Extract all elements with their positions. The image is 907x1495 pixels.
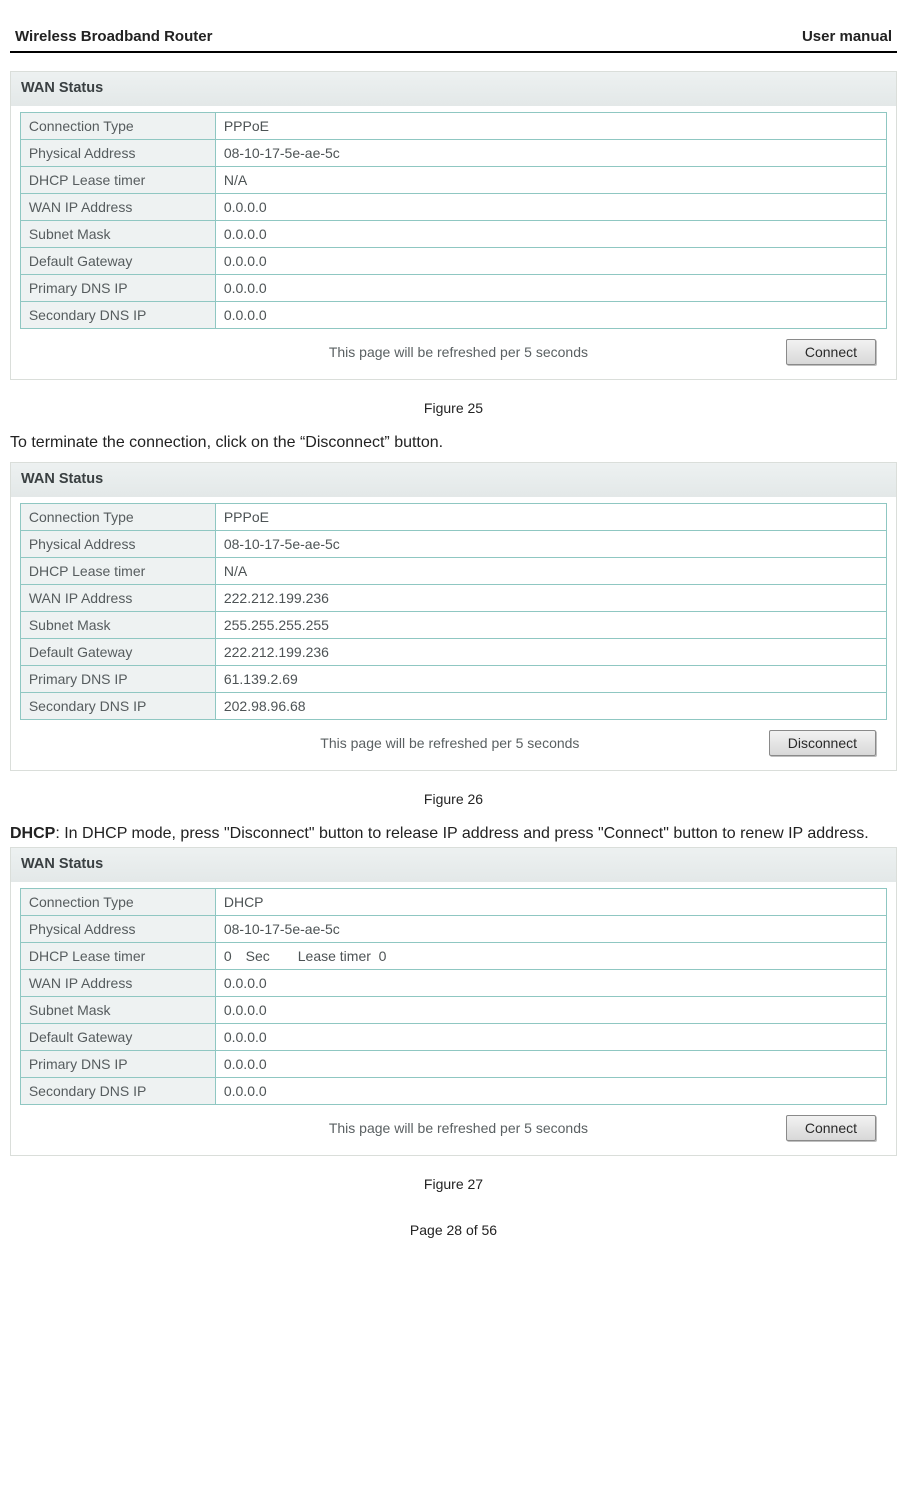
- row-label: Primary DNS IP: [20, 1051, 215, 1078]
- body-paragraph: DHCP: In DHCP mode, press "Disconnect" b…: [10, 825, 897, 843]
- page-footer: Page 28 of 56: [10, 1222, 897, 1238]
- figure-caption: Figure 26: [10, 791, 897, 807]
- table-row: Secondary DNS IP0.0.0.0: [20, 302, 886, 329]
- table-row: Subnet Mask255.255.255.255: [20, 612, 886, 639]
- row-value: 0.0.0.0: [215, 275, 886, 302]
- table-row: Default Gateway0.0.0.0: [20, 248, 886, 275]
- row-value: 0.0.0.0: [215, 1078, 886, 1105]
- body-paragraph: To terminate the connection, click on th…: [10, 434, 897, 452]
- table-row: WAN IP Address0.0.0.0: [20, 970, 886, 997]
- row-value: 0.0.0.0: [215, 970, 886, 997]
- header-right: User manual: [802, 28, 892, 45]
- table-row: Primary DNS IP0.0.0.0: [20, 275, 886, 302]
- wan-table: Connection TypePPPoE Physical Address08-…: [20, 503, 887, 720]
- wan-status-panel-2: WAN Status Connection TypePPPoE Physical…: [10, 462, 897, 771]
- row-value: 0.0.0.0: [215, 194, 886, 221]
- table-row: Physical Address08-10-17-5e-ae-5c: [20, 531, 886, 558]
- row-value: 08-10-17-5e-ae-5c: [215, 531, 886, 558]
- refresh-text: This page will be refreshed per 5 second…: [31, 344, 786, 360]
- table-row: Subnet Mask0.0.0.0: [20, 221, 886, 248]
- row-label: Subnet Mask: [20, 997, 215, 1024]
- row-label: Secondary DNS IP: [20, 1078, 215, 1105]
- row-value: N/A: [215, 167, 886, 194]
- row-label: Default Gateway: [20, 639, 215, 666]
- panel-title: WAN Status: [11, 72, 896, 106]
- table-row: Connection TypeDHCP: [20, 889, 886, 916]
- row-value: 08-10-17-5e-ae-5c: [215, 916, 886, 943]
- row-value: PPPoE: [215, 504, 886, 531]
- row-label: WAN IP Address: [20, 194, 215, 221]
- row-value: N/A: [215, 558, 886, 585]
- row-label: Subnet Mask: [20, 221, 215, 248]
- dhcp-bold: DHCP: [10, 825, 55, 842]
- row-label: Physical Address: [20, 916, 215, 943]
- row-label: Primary DNS IP: [20, 666, 215, 693]
- connect-button[interactable]: Connect: [786, 339, 876, 365]
- table-row: Default Gateway0.0.0.0: [20, 1024, 886, 1051]
- table-row: WAN IP Address0.0.0.0: [20, 194, 886, 221]
- refresh-text: This page will be refreshed per 5 second…: [31, 735, 769, 751]
- table-row: Primary DNS IP61.139.2.69: [20, 666, 886, 693]
- row-value: DHCP: [215, 889, 886, 916]
- row-value: 0.0.0.0: [215, 997, 886, 1024]
- row-value: 222.212.199.236: [215, 585, 886, 612]
- row-label: DHCP Lease timer: [20, 558, 215, 585]
- row-label: DHCP Lease timer: [20, 167, 215, 194]
- table-row: WAN IP Address222.212.199.236: [20, 585, 886, 612]
- row-label: Default Gateway: [20, 248, 215, 275]
- table-row: Primary DNS IP0.0.0.0: [20, 1051, 886, 1078]
- row-value: 255.255.255.255: [215, 612, 886, 639]
- disconnect-button[interactable]: Disconnect: [769, 730, 876, 756]
- table-row: Physical Address08-10-17-5e-ae-5c: [20, 140, 886, 167]
- table-row: Subnet Mask0.0.0.0: [20, 997, 886, 1024]
- row-label: Secondary DNS IP: [20, 302, 215, 329]
- row-label: Secondary DNS IP: [20, 693, 215, 720]
- figure-caption: Figure 25: [10, 400, 897, 416]
- table-row: Connection TypePPPoE: [20, 504, 886, 531]
- row-label: Subnet Mask: [20, 612, 215, 639]
- row-label: Connection Type: [20, 889, 215, 916]
- table-row: DHCP Lease timerN/A: [20, 558, 886, 585]
- row-label: Primary DNS IP: [20, 275, 215, 302]
- row-label: Connection Type: [20, 113, 215, 140]
- row-label: Physical Address: [20, 140, 215, 167]
- row-label: DHCP Lease timer: [20, 943, 215, 970]
- row-label: WAN IP Address: [20, 970, 215, 997]
- panel-title: WAN Status: [11, 463, 896, 497]
- row-value: 0.0.0.0: [215, 1051, 886, 1078]
- row-value: 0.0.0.0: [215, 302, 886, 329]
- row-value: 222.212.199.236: [215, 639, 886, 666]
- connect-button[interactable]: Connect: [786, 1115, 876, 1141]
- table-row: Secondary DNS IP0.0.0.0: [20, 1078, 886, 1105]
- row-label: Default Gateway: [20, 1024, 215, 1051]
- wan-table: Connection TypeDHCP Physical Address08-1…: [20, 888, 887, 1105]
- row-label: WAN IP Address: [20, 585, 215, 612]
- dhcp-text: : In DHCP mode, press "Disconnect" butto…: [55, 825, 868, 842]
- wan-table: Connection TypePPPoE Physical Address08-…: [20, 112, 887, 329]
- table-row: DHCP Lease timer0 Sec Lease timer 0: [20, 943, 886, 970]
- row-value: 0.0.0.0: [215, 221, 886, 248]
- row-value: 61.139.2.69: [215, 666, 886, 693]
- row-value: 0.0.0.0: [215, 248, 886, 275]
- panel-title: WAN Status: [11, 848, 896, 882]
- table-row: Connection TypePPPoE: [20, 113, 886, 140]
- table-row: Default Gateway222.212.199.236: [20, 639, 886, 666]
- row-label: Physical Address: [20, 531, 215, 558]
- wan-status-panel-1: WAN Status Connection TypePPPoE Physical…: [10, 71, 897, 380]
- row-label: Connection Type: [20, 504, 215, 531]
- row-value: 202.98.96.68: [215, 693, 886, 720]
- table-row: Secondary DNS IP202.98.96.68: [20, 693, 886, 720]
- table-row: Physical Address08-10-17-5e-ae-5c: [20, 916, 886, 943]
- row-value: 0 Sec Lease timer 0: [215, 943, 886, 970]
- figure-caption: Figure 27: [10, 1176, 897, 1192]
- page-header: Wireless Broadband Router User manual: [10, 28, 897, 53]
- refresh-text: This page will be refreshed per 5 second…: [31, 1120, 786, 1136]
- wan-status-panel-3: WAN Status Connection TypeDHCP Physical …: [10, 847, 897, 1156]
- table-row: DHCP Lease timerN/A: [20, 167, 886, 194]
- header-left: Wireless Broadband Router: [15, 28, 212, 45]
- row-value: 0.0.0.0: [215, 1024, 886, 1051]
- row-value: 08-10-17-5e-ae-5c: [215, 140, 886, 167]
- row-value: PPPoE: [215, 113, 886, 140]
